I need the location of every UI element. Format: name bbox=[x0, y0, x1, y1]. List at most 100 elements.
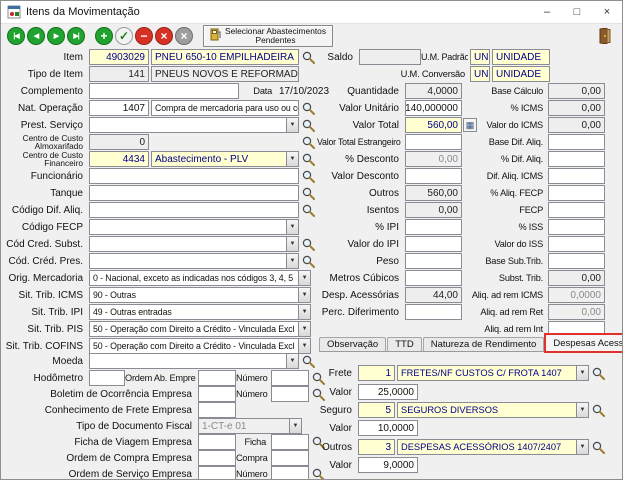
minimize-button[interactable]: – bbox=[532, 1, 562, 23]
base-sub-trib-field[interactable] bbox=[548, 253, 605, 269]
frete-valor-field[interactable]: 25,0000 bbox=[358, 384, 418, 400]
cancel-button[interactable]: × bbox=[155, 27, 173, 45]
tab-ttd[interactable]: TTD bbox=[387, 337, 421, 351]
lookup-magnifier-icon[interactable] bbox=[591, 440, 606, 455]
dropdown-arrow-icon[interactable]: ▼ bbox=[286, 236, 299, 252]
valor-total-estrangeiro-field[interactable] bbox=[405, 134, 462, 150]
lookup-magnifier-icon[interactable] bbox=[591, 366, 606, 381]
dropdown-arrow-icon[interactable]: ▼ bbox=[298, 304, 311, 320]
perc-ipi-field[interactable] bbox=[405, 219, 462, 235]
orig-mercadoria-combo[interactable]: 0 - Nacional, exceto as indicadas nos có… bbox=[89, 270, 311, 286]
lookup-magnifier-icon[interactable] bbox=[591, 403, 606, 418]
nat-operacao-code-field[interactable]: 1407 bbox=[89, 100, 149, 116]
lookup-magnifier-icon[interactable] bbox=[301, 118, 316, 133]
exit-door-icon[interactable] bbox=[598, 28, 612, 44]
ordem-servico-empresa-field[interactable] bbox=[198, 466, 236, 480]
seguro-code-field[interactable]: 5 bbox=[358, 402, 395, 418]
nav-last-button[interactable]: ▶| bbox=[67, 27, 85, 45]
dropdown-arrow-icon[interactable]: ▼ bbox=[576, 402, 589, 418]
lookup-magnifier-icon[interactable] bbox=[301, 101, 316, 116]
lookup-magnifier-icon[interactable] bbox=[301, 203, 316, 218]
sit-trib-icms-combo[interactable]: 90 - Outras▼ bbox=[89, 287, 311, 303]
nav-previous-button[interactable]: ◀ bbox=[27, 27, 45, 45]
ordem-compra-empresa-field[interactable] bbox=[198, 450, 236, 466]
dropdown-arrow-icon[interactable]: ▼ bbox=[298, 338, 311, 354]
codigo-dif-aliq-field[interactable] bbox=[89, 202, 299, 218]
dropdown-arrow-icon[interactable]: ▼ bbox=[576, 365, 589, 381]
codigo-fecp-combo[interactable]: ▼ bbox=[89, 219, 299, 235]
close-button[interactable]: × bbox=[592, 1, 622, 23]
lookup-magnifier-icon[interactable] bbox=[301, 354, 316, 369]
nav-next-button[interactable]: ▶ bbox=[47, 27, 65, 45]
confirm-button[interactable]: ✓ bbox=[115, 27, 133, 45]
valor-unitario-field[interactable]: 140,000000 bbox=[405, 100, 462, 116]
nat-operacao-desc-field[interactable]: Compra de mercadoria para uso ou consumo… bbox=[151, 100, 299, 116]
frete-code-field[interactable]: 1 bbox=[358, 365, 395, 381]
dropdown-arrow-icon[interactable]: ▼ bbox=[298, 270, 311, 286]
complemento-field[interactable] bbox=[89, 83, 239, 99]
delete-button[interactable]: − bbox=[135, 27, 153, 45]
despesas-outros-valor-field[interactable]: 9,0000 bbox=[358, 457, 418, 473]
lookup-magnifier-icon[interactable] bbox=[301, 237, 316, 252]
base-dif-aliq-field[interactable] bbox=[548, 134, 605, 150]
select-abastecimentos-button[interactable]: Selecionar Abastecimentos Pendentes bbox=[203, 25, 333, 47]
metros-cubicos-field[interactable] bbox=[405, 270, 462, 286]
cod-cred-pres-combo[interactable]: ▼ bbox=[89, 253, 299, 269]
tab-natureza-rendimento[interactable]: Natureza de Rendimento bbox=[423, 337, 545, 351]
prest-servico-combo[interactable]: ▼ bbox=[89, 117, 299, 133]
calculator-icon[interactable]: ▦ bbox=[463, 118, 477, 132]
dropdown-arrow-icon[interactable]: ▼ bbox=[286, 151, 299, 167]
despesas-outros-combo[interactable]: DESPESAS ACESSÓRIOS 1407/2407▼ bbox=[397, 439, 589, 455]
tab-observacao[interactable]: Observação bbox=[319, 337, 386, 351]
dropdown-arrow-icon[interactable]: ▼ bbox=[286, 117, 299, 133]
peso-field[interactable] bbox=[405, 253, 462, 269]
dropdown-arrow-icon[interactable]: ▼ bbox=[289, 418, 302, 434]
ordem-servico-numero-field[interactable] bbox=[271, 466, 309, 480]
hodometro-field[interactable] bbox=[89, 370, 125, 386]
dropdown-arrow-icon[interactable]: ▼ bbox=[286, 219, 299, 235]
lookup-magnifier-icon[interactable] bbox=[301, 186, 316, 201]
cc-financeiro-combo[interactable]: Abastecimento - PLV▼ bbox=[151, 151, 299, 167]
despesas-outros-code-field[interactable]: 3 bbox=[358, 439, 395, 455]
cc-financeiro-code-field[interactable]: 4434 bbox=[89, 151, 149, 167]
sit-trib-ipi-combo[interactable]: 49 - Outras entradas▼ bbox=[89, 304, 311, 320]
perc-iss-field[interactable] bbox=[548, 219, 605, 235]
valor-iss-field[interactable] bbox=[548, 236, 605, 252]
valor-ipi-field[interactable] bbox=[405, 236, 462, 252]
perc-dif-aliq-field[interactable] bbox=[548, 151, 605, 167]
sit-trib-pis-combo[interactable]: 50 - Operação com Direito a Crédito - Vi… bbox=[89, 321, 311, 337]
perc-aliq-fecp-field[interactable] bbox=[548, 185, 605, 201]
dropdown-arrow-icon[interactable]: ▼ bbox=[298, 321, 311, 337]
item-desc-field[interactable]: PNEU 650-10 EMPILHADEIRA bbox=[151, 49, 299, 65]
cod-cred-subst-combo[interactable]: ▼ bbox=[89, 236, 299, 252]
valor-total-field[interactable]: 560,00 bbox=[405, 117, 462, 133]
funcionario-field[interactable] bbox=[89, 168, 299, 184]
boletim-empresa-field[interactable] bbox=[198, 386, 236, 402]
tanque-field[interactable] bbox=[89, 185, 299, 201]
maximize-button[interactable]: □ bbox=[562, 1, 592, 23]
close-record-button[interactable]: × bbox=[175, 27, 193, 45]
seguro-combo[interactable]: SEGUROS DIVERSOS▼ bbox=[397, 402, 589, 418]
dropdown-arrow-icon[interactable]: ▼ bbox=[576, 439, 589, 455]
dropdown-arrow-icon[interactable]: ▼ bbox=[286, 253, 299, 269]
lookup-magnifier-icon[interactable] bbox=[301, 135, 316, 150]
ficha-field[interactable] bbox=[271, 434, 309, 450]
boletim-numero-field[interactable] bbox=[271, 386, 309, 402]
conhecimento-frete-empresa-field[interactable] bbox=[198, 402, 236, 418]
seguro-valor-field[interactable]: 10,0000 bbox=[358, 420, 418, 436]
ordem-ab-numero-field[interactable] bbox=[271, 370, 309, 386]
item-code-field[interactable]: 4903029 bbox=[89, 49, 149, 65]
compra-field[interactable] bbox=[271, 450, 309, 466]
lookup-magnifier-icon[interactable] bbox=[301, 152, 316, 167]
ordem-ab-empresa-field[interactable] bbox=[198, 370, 236, 386]
lookup-magnifier-icon[interactable] bbox=[301, 50, 316, 65]
moeda-combo[interactable]: ▼ bbox=[89, 353, 299, 369]
nav-first-button[interactable]: |◀ bbox=[7, 27, 25, 45]
lookup-magnifier-icon[interactable] bbox=[301, 254, 316, 269]
tab-despesas-acessorias[interactable]: Despesas Acessórias bbox=[545, 334, 623, 351]
dropdown-arrow-icon[interactable]: ▼ bbox=[298, 287, 311, 303]
ficha-viagem-empresa-field[interactable] bbox=[198, 434, 236, 450]
fecp-field[interactable] bbox=[548, 202, 605, 218]
frete-combo[interactable]: FRETES/NF CUSTOS C/ FROTA 1407▼ bbox=[397, 365, 589, 381]
dif-aliq-icms-field[interactable] bbox=[548, 168, 605, 184]
